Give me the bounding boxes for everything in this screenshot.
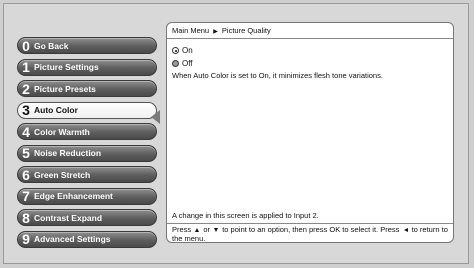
help-part-3: to point to an option, then press OK to … <box>222 225 400 234</box>
breadcrumb-separator-icon: ▶ <box>213 29 218 35</box>
option-off[interactable]: Off <box>172 58 453 69</box>
menu-item-number: 6 <box>22 166 30 183</box>
menu-item-number: 3 <box>22 102 30 118</box>
menu-item-edge-enhancement[interactable]: 7 Edge Enhancement <box>17 187 157 205</box>
active-item-pointer <box>151 110 160 124</box>
help-text: Press or to point to an option, then pre… <box>167 223 453 242</box>
menu-item-advanced-settings[interactable]: 9 Advanced Settings <box>17 230 157 248</box>
menu-item-auto-color[interactable]: 3 Auto Color <box>17 101 157 119</box>
left-arrow-icon <box>403 228 408 233</box>
option-label: Off <box>182 59 193 68</box>
menu-item-label: Picture Presets <box>34 83 96 94</box>
up-arrow-icon <box>195 228 200 233</box>
breadcrumb-root[interactable]: Main Menu <box>172 26 209 35</box>
menu-item-label: Advanced Settings <box>34 234 111 244</box>
menu-item-picture-presets[interactable]: 2 Picture Presets <box>17 80 157 97</box>
menu-item-number: 4 <box>22 123 30 140</box>
breadcrumb: Main Menu ▶ Picture Quality <box>167 23 453 39</box>
menu-item-label: Auto Color <box>34 105 78 115</box>
option-description: When Auto Color is set to On, it minimiz… <box>172 71 383 80</box>
menu-item-color-warmth[interactable]: 4 Color Warmth <box>17 123 157 140</box>
input-note: A change in this screen is applied to In… <box>172 211 319 220</box>
content-panel: Main Menu ▶ Picture Quality On Off When … <box>166 22 454 243</box>
menu-item-number: 1 <box>22 59 30 75</box>
menu-item-label: Noise Reduction <box>34 148 102 158</box>
breadcrumb-current: Picture Quality <box>221 26 271 35</box>
menu-item-noise-reduction[interactable]: 5 Noise Reduction <box>17 144 157 162</box>
menu-item-number: 2 <box>22 80 30 97</box>
radio-selected-icon <box>172 47 179 54</box>
option-on[interactable]: On <box>172 45 453 56</box>
menu-item-label: Go Back <box>34 40 69 51</box>
menu-item-label: Edge Enhancement <box>34 191 113 201</box>
menu-item-label: Green Stretch <box>34 169 91 180</box>
menu-item-go-back[interactable]: 0 Go Back <box>17 37 157 54</box>
menu-item-number: 7 <box>22 188 30 204</box>
menu-item-number: 5 <box>22 145 30 161</box>
menu-item-green-stretch[interactable]: 6 Green Stretch <box>17 166 157 183</box>
menu-item-number: 8 <box>22 209 30 226</box>
menu-item-label: Color Warmth <box>34 126 90 137</box>
menu-item-number: 9 <box>22 231 30 247</box>
option-list: On Off <box>167 39 453 69</box>
menu-item-label: Contrast Expand <box>34 212 103 223</box>
menu-item-picture-settings[interactable]: 1 Picture Settings <box>17 58 157 76</box>
down-arrow-icon <box>214 228 219 233</box>
menu-item-number: 0 <box>22 37 30 54</box>
option-label: On <box>182 46 193 55</box>
side-menu: 0 Go Back 1 Picture Settings 2 Picture P… <box>17 37 157 252</box>
menu-item-contrast-expand[interactable]: 8 Contrast Expand <box>17 209 157 226</box>
radio-unselected-icon <box>172 60 179 67</box>
menu-item-label: Picture Settings <box>34 62 99 72</box>
